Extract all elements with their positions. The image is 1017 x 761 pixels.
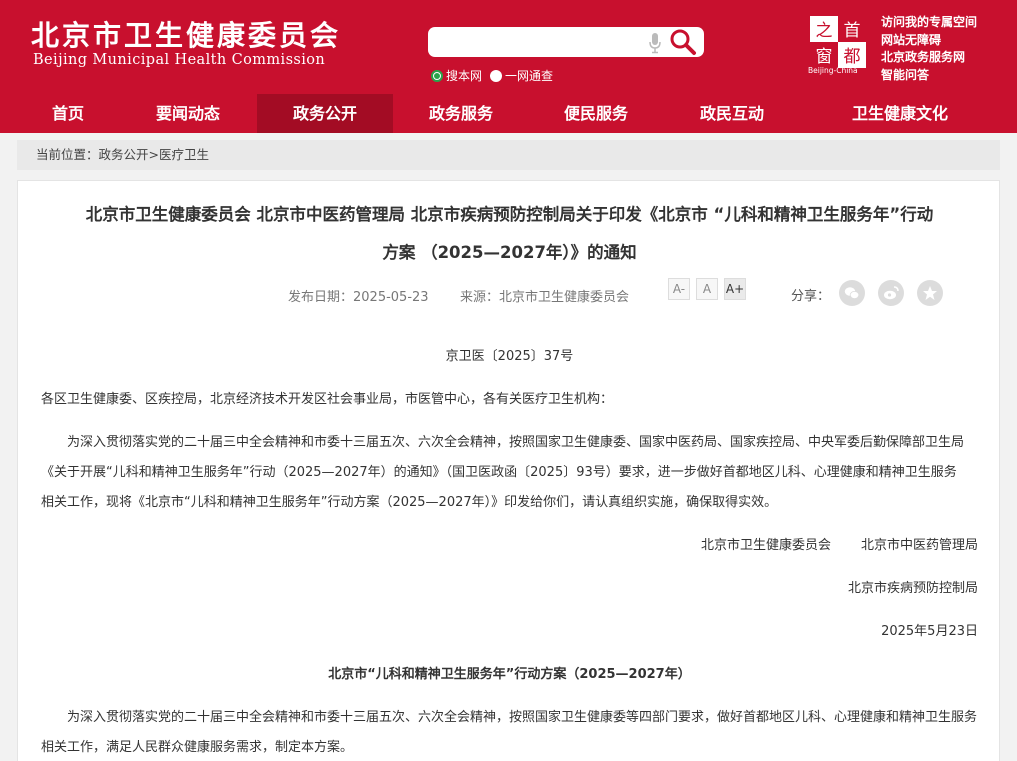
nav-item-news[interactable]: 要闻动态 xyxy=(128,94,248,133)
svg-text:首: 首 xyxy=(844,21,861,41)
quick-link-gov-service[interactable]: 北京政务服务网 xyxy=(881,49,977,67)
source-label: 来源： xyxy=(460,290,500,305)
signatory-tcm-bureau: 北京市中医药管理局 xyxy=(860,538,978,553)
article-title: 北京市卫生健康委员会 北京市中医药管理局 北京市疾病预防控制局关于印发《北京市 … xyxy=(85,205,934,224)
breadcrumb-prefix: 当前位置： xyxy=(36,147,99,162)
nav-item-home[interactable]: 首页 xyxy=(18,94,118,133)
plan-paragraph-line: 相关工作，满足人民群众健康服务需求，制定本方案。 xyxy=(41,740,354,755)
radio-checked-icon[interactable] xyxy=(431,69,443,82)
article-title-line-2: 方案 （2025—2027年）》的通知 xyxy=(382,243,637,262)
salutation: 各区卫生健康委、区疾控局，北京经济技术开发区社会事业局，市医管中心，各有关医疗卫… xyxy=(41,392,614,407)
logo-caption: Beijing-China xyxy=(808,66,858,75)
favorite-icon[interactable] xyxy=(917,280,943,306)
main-nav: 首页 要闻动态 政务公开 政务服务 便民服务 政民互动 卫生健康文化 xyxy=(0,94,1017,133)
signature-date: 2025年5月23日 xyxy=(881,624,978,639)
font-default-button[interactable]: A xyxy=(696,278,718,300)
search-input[interactable] xyxy=(438,32,638,52)
body-paragraph-line: 为深入贯彻落实党的二十届三中全会精神和市委十三届五次、六次全会精神，按照国家卫生… xyxy=(67,435,965,450)
quick-link-accessibility[interactable]: 网站无障碍 xyxy=(881,32,977,50)
svg-text:都: 都 xyxy=(844,47,861,67)
font-increase-button[interactable]: A+ xyxy=(724,278,746,300)
radio-unchecked-icon[interactable] xyxy=(490,69,502,82)
article-panel: 北京市卫生健康委员会 北京市中医药管理局 北京市疾病预防控制局关于印发《北京市 … xyxy=(17,180,1000,761)
signatory-cdc: 北京市疾病预防控制局 xyxy=(847,581,978,596)
nav-item-gov-affairs[interactable]: 政务公开 xyxy=(257,94,393,133)
quick-link-personal-space[interactable]: 访问我的专属空间 xyxy=(881,14,977,32)
svg-text:窗: 窗 xyxy=(816,47,833,67)
search-scope-label: 一网通查 xyxy=(505,69,554,83)
body-paragraph-line: 《关于开展“儿科和精神卫生服务年”行动（2025—2027年）的通知》（国卫医政… xyxy=(41,465,957,480)
nav-item-health-culture[interactable]: 卫生健康文化 xyxy=(820,94,980,133)
site-header: 北京市卫生健康委员会 Beijing Municipal Health Comm… xyxy=(0,0,1017,133)
breadcrumb-separator: > xyxy=(148,147,160,162)
svg-text:之: 之 xyxy=(816,21,833,41)
search-box xyxy=(428,27,704,57)
site-subtitle: Beijing Municipal Health Commission xyxy=(33,52,326,68)
plan-paragraph-line: 为深入贯彻落实党的二十届三中全会精神和市委十三届五次、六次全会精神，按照国家卫生… xyxy=(67,710,978,725)
document-number: 京卫医〔2025〕37号 xyxy=(445,349,574,364)
nav-item-public-services[interactable]: 便民服务 xyxy=(537,94,655,133)
nav-item-interaction[interactable]: 政民互动 xyxy=(672,94,792,133)
plan-title: 北京市“儿科和精神卫生服务年”行动方案（2025—2027年） xyxy=(328,667,691,682)
publish-date-value: 2025-05-23 xyxy=(353,290,429,305)
signatory-health-commission: 北京市卫生健康委员会 xyxy=(701,538,832,553)
share-label: 分享： xyxy=(791,289,831,304)
quick-link-smart-qa[interactable]: 智能问答 xyxy=(881,67,977,85)
breadcrumb-item-medical[interactable]: 医疗卫生 xyxy=(159,147,209,162)
wechat-icon[interactable] xyxy=(839,280,865,306)
breadcrumb-item-gov-affairs[interactable]: 政务公开 xyxy=(99,147,149,162)
body-paragraph-line: 相关工作，现将《北京市“儿科和精神卫生服务年”行动方案（2025—2027年）》… xyxy=(41,495,778,510)
breadcrumb: 当前位置：政务公开>医疗卫生 xyxy=(17,140,1000,170)
weibo-icon[interactable] xyxy=(878,280,904,306)
site-title[interactable]: 北京市卫生健康委员会 xyxy=(31,14,341,54)
search-scope-label: 搜本网 xyxy=(446,69,483,83)
publish-date-label: 发布日期： xyxy=(288,290,354,305)
quick-links: 访问我的专属空间 网站无障碍 北京政务服务网 智能问答 xyxy=(881,14,977,84)
search-scope-all[interactable]: 一网通查 xyxy=(490,67,553,84)
nav-item-gov-services[interactable]: 政务服务 xyxy=(402,94,520,133)
article-source: 来源：北京市卫生健康委员会 xyxy=(460,286,629,305)
search-scope-site[interactable]: 搜本网 xyxy=(431,67,482,84)
microphone-icon[interactable] xyxy=(648,32,662,54)
font-decrease-button[interactable]: A- xyxy=(668,278,690,300)
publish-date: 发布日期：2025-05-23 xyxy=(288,286,429,305)
source-value: 北京市卫生健康委员会 xyxy=(499,290,630,305)
search-icon[interactable] xyxy=(668,28,698,56)
